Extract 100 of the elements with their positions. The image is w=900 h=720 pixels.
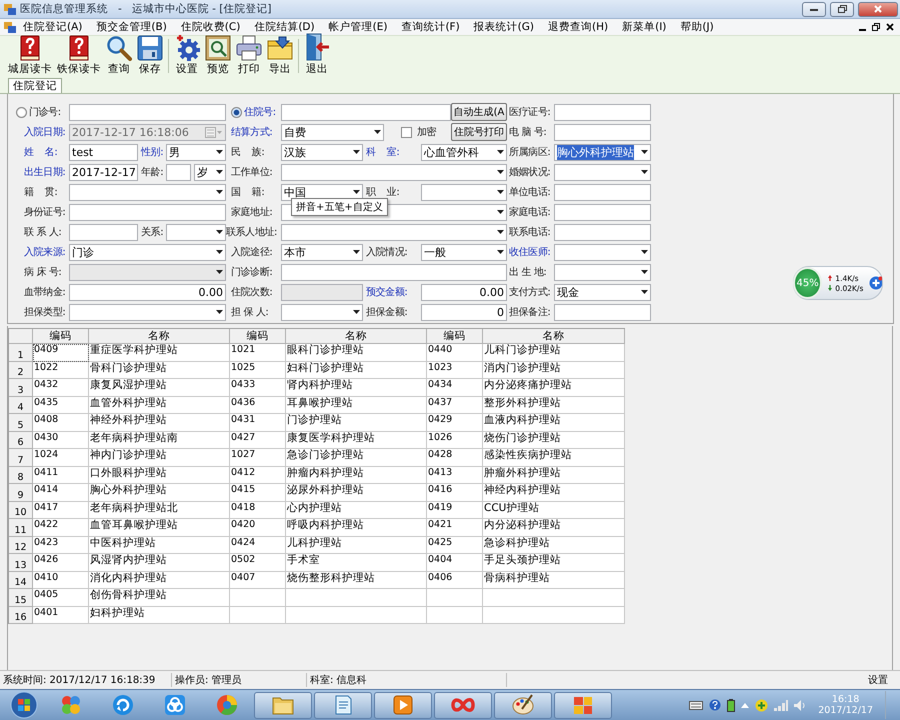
table-cell[interactable]: 0418 <box>230 502 286 519</box>
taskbar-button[interactable] <box>434 692 492 718</box>
table-cell[interactable]: 胸心外科护理站 <box>89 484 230 502</box>
table-cell[interactable]: 0426 <box>33 554 89 572</box>
table-cell[interactable]: 耳鼻喉护理站 <box>286 396 427 414</box>
table-cell[interactable]: 老年病科护理站南 <box>89 432 230 449</box>
input-field[interactable]: 0.00 <box>69 284 226 300</box>
menu-item[interactable]: 住院登记(A) <box>16 20 90 34</box>
input-field[interactable] <box>554 224 651 240</box>
menu-item[interactable]: 帮助(J) <box>673 20 721 34</box>
table-cell[interactable]: 口外眼科护理站 <box>89 466 230 484</box>
table-cell[interactable]: 儿科门诊护理站 <box>483 344 625 362</box>
table-cell[interactable]: 老年病科护理站北 <box>89 502 230 519</box>
table-cell[interactable]: 消化内科护理站 <box>89 572 230 589</box>
table-cell[interactable]: 0423 <box>33 536 89 554</box>
taskbar-button[interactable] <box>554 692 612 718</box>
dropdown[interactable]: 男 <box>166 144 226 160</box>
taskbar-button[interactable] <box>494 692 552 718</box>
settings-link[interactable]: 设置 <box>868 673 900 687</box>
table-cell[interactable]: 儿科护理站 <box>286 536 427 554</box>
dropdown[interactable]: 自费 <box>281 124 384 140</box>
menu-item[interactable]: 预交金管理(B) <box>89 20 174 34</box>
tab[interactable]: 住院登记 <box>8 78 62 93</box>
menu-item[interactable]: 查询统计(F) <box>394 20 467 34</box>
table-cell[interactable]: 0405 <box>33 589 89 606</box>
input-field[interactable] <box>69 104 226 120</box>
table-cell[interactable]: CCU护理站 <box>483 502 625 519</box>
table-cell[interactable]: 0422 <box>33 519 89 536</box>
radio-button[interactable]: 门诊号: <box>16 105 69 119</box>
input-field[interactable] <box>69 204 226 220</box>
speaker-icon[interactable] <box>794 700 806 710</box>
table-cell[interactable]: 中医科护理站 <box>89 536 230 554</box>
table-cell[interactable]: 急诊科护理站 <box>483 536 625 554</box>
toolbar-button[interactable]: 保存 <box>135 35 165 76</box>
table-cell[interactable]: 1022 <box>33 362 89 379</box>
dropdown[interactable]: 门诊 <box>69 244 226 260</box>
table-cell[interactable]: 0432 <box>33 379 89 396</box>
taskbar-button[interactable] <box>254 692 312 718</box>
table-cell[interactable]: 骨科门诊护理站 <box>89 362 230 379</box>
table-cell[interactable]: 肿瘤内科护理站 <box>286 466 427 484</box>
table-cell[interactable]: 康复风湿护理站 <box>89 379 230 396</box>
table-cell[interactable]: 0433 <box>230 379 286 396</box>
table-cell[interactable] <box>230 606 286 624</box>
table-cell[interactable]: 手足头颈护理站 <box>483 554 625 572</box>
battery-icon[interactable] <box>727 698 736 712</box>
table-cell[interactable]: 0407 <box>230 572 286 589</box>
toolbar-button[interactable]: 铁保读卡 <box>55 35 103 76</box>
table-cell[interactable]: 风湿肾内护理站 <box>89 554 230 572</box>
dropdown[interactable]: 岁 <box>194 164 226 180</box>
taskbar-button[interactable] <box>314 692 372 718</box>
input-field[interactable] <box>281 104 451 120</box>
table-cell[interactable]: 0429 <box>427 414 483 432</box>
table-cell[interactable]: 神内门诊护理站 <box>89 449 230 466</box>
plus-icon[interactable] <box>755 698 768 712</box>
toolbar-button[interactable]: 设置 <box>172 35 202 76</box>
maximize-button[interactable] <box>830 2 854 16</box>
dropdown[interactable]: 一般 <box>421 244 507 260</box>
table-cell[interactable]: 0424 <box>230 536 286 554</box>
table-cell[interactable]: 肾内科护理站 <box>286 379 427 396</box>
date-picker[interactable]: 2017-12-17 <box>69 164 138 180</box>
table-cell[interactable] <box>483 589 625 606</box>
table-cell[interactable]: 1027 <box>230 449 286 466</box>
input-field[interactable]: 0 <box>421 304 507 320</box>
table-cell[interactable]: 手术室 <box>286 554 427 572</box>
table-cell[interactable]: 0415 <box>230 484 286 502</box>
table-cell[interactable]: 0414 <box>33 484 89 502</box>
toolbar-button[interactable]: 查询 <box>104 35 134 76</box>
table-cell[interactable] <box>286 606 427 624</box>
table-cell[interactable]: 1024 <box>33 449 89 466</box>
table-cell[interactable]: 门诊护理站 <box>286 414 427 432</box>
input-field[interactable] <box>281 264 507 280</box>
table-cell[interactable]: 1025 <box>230 362 286 379</box>
table-cell[interactable] <box>230 589 286 606</box>
dropdown[interactable]: 胸心外科护理站 <box>554 144 651 160</box>
table-cell[interactable] <box>427 606 483 624</box>
table-cell[interactable]: 心内护理站 <box>286 502 427 519</box>
table-cell[interactable]: 0502 <box>230 554 286 572</box>
menu-item[interactable]: 新菜单(I) <box>615 20 674 34</box>
menu-item[interactable]: 帐户管理(E) <box>322 20 394 34</box>
menu-item[interactable]: 住院收费(C) <box>174 20 248 34</box>
input-field[interactable] <box>554 184 651 200</box>
table-cell[interactable]: 0420 <box>230 519 286 536</box>
toolbar-button[interactable]: 导出 <box>265 35 295 76</box>
table-cell[interactable]: 0430 <box>33 432 89 449</box>
network-icon[interactable] <box>774 700 788 710</box>
table-cell[interactable]: 1026 <box>427 432 483 449</box>
table-cell[interactable]: 烧伤整形科护理站 <box>286 572 427 589</box>
table-cell[interactable]: 康复医学科护理站 <box>286 432 427 449</box>
table-cell[interactable] <box>286 589 427 606</box>
table-cell[interactable]: 0404 <box>427 554 483 572</box>
input-field[interactable]: 0.00 <box>421 284 507 300</box>
table-cell[interactable]: 0416 <box>427 484 483 502</box>
table-cell[interactable]: 烧伤门诊护理站 <box>483 432 625 449</box>
menu-item[interactable]: 住院结算(D) <box>247 20 322 34</box>
table-cell[interactable]: 0437 <box>427 396 483 414</box>
table-cell[interactable]: 1021 <box>230 344 286 362</box>
table-cell[interactable]: 0435 <box>33 396 89 414</box>
table-cell[interactable]: 重症医学科护理站 <box>89 344 230 362</box>
table-cell[interactable]: 0406 <box>427 572 483 589</box>
table-cell[interactable] <box>483 606 625 624</box>
